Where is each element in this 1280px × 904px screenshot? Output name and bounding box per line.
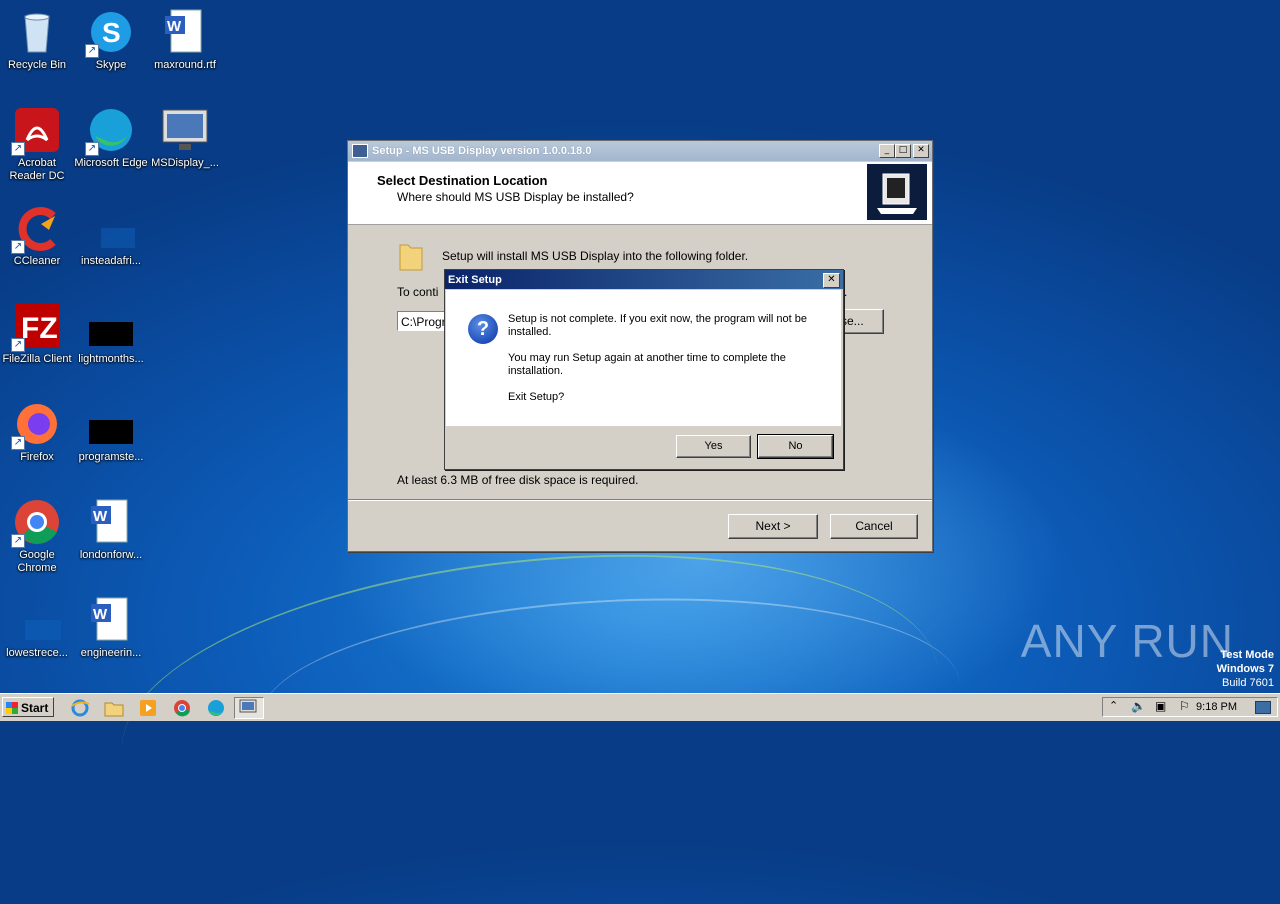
shortcut-arrow-icon: ↗ [11, 534, 25, 548]
desktop-icon-filezilla[interactable]: FZ ↗ FileZilla Client [0, 302, 74, 366]
desktop-icon-firefox[interactable]: ↗ Firefox [0, 400, 74, 464]
desktop-icon-acrobat[interactable]: ↗ Acrobat Reader DC [0, 106, 74, 183]
browse-button[interactable]: se... [838, 309, 884, 334]
svg-text:W: W [167, 18, 182, 35]
windows-version-line: Windows 7 [1216, 663, 1274, 675]
header-subtitle: Where should MS USB Display be installed… [397, 190, 634, 204]
chrome-icon[interactable] [170, 697, 196, 719]
close-button[interactable]: ✕ [913, 144, 929, 158]
action-center-flag-icon[interactable]: ⚐ [1179, 699, 1190, 713]
svg-text:W: W [93, 606, 108, 623]
wizard-header: Select Destination Location Where should… [348, 162, 932, 225]
clock[interactable]: 9:18 PM [1196, 700, 1237, 714]
exit-dialog-message-2: You may run Setup again at another time … [508, 352, 786, 377]
desktop-icon-londonforw[interactable]: W londonforw... [74, 498, 148, 562]
edge-icon[interactable] [204, 697, 230, 719]
exit-dialog-question: Exit Setup? [508, 391, 565, 403]
start-label: Start [21, 701, 49, 715]
filezilla-icon: FZ ↗ [11, 302, 61, 352]
maximize-button[interactable]: □ [895, 144, 911, 158]
system-tray: ⌃ 🔈 ▣ ⚐ 9:18 PM [1102, 697, 1278, 717]
setup-logo-icon [867, 164, 927, 220]
word-document-icon: W [161, 8, 209, 56]
no-button[interactable]: No [757, 434, 834, 459]
question-icon: ? [468, 314, 498, 344]
build-line: Build 7601 [1222, 677, 1274, 689]
show-hidden-icons-icon[interactable]: ⌃ [1109, 699, 1118, 712]
desktop-icon-maxround[interactable]: W maxround.rtf [148, 8, 222, 72]
folder-icon [398, 239, 424, 271]
firefox-icon: ↗ [11, 400, 61, 450]
windows-logo-icon [6, 702, 18, 714]
internet-explorer-icon[interactable] [68, 697, 94, 719]
setup-title: Setup - MS USB Display version 1.0.0.18.… [372, 145, 592, 157]
shortcut-arrow-icon: ↗ [85, 44, 99, 58]
taskbar: Start ⌃ 🔈 ▣ ⚐ 9:18 PM [0, 693, 1280, 721]
blank-file-icon [87, 204, 147, 252]
desktop-icon-insteadafri[interactable]: insteadafri... [74, 204, 148, 268]
desktop-icon-skype[interactable]: S ↗ Skype [74, 8, 148, 72]
monitor-icon [161, 106, 209, 154]
media-player-icon[interactable] [136, 697, 162, 719]
shortcut-arrow-icon: ↗ [11, 436, 25, 450]
word-document-icon: W [87, 596, 135, 644]
svg-text:W: W [93, 508, 108, 525]
desktop-icon-recycle-bin[interactable]: Recycle Bin [0, 8, 74, 72]
exit-dialog-message-1: Setup is not complete. If you exit now, … [508, 313, 807, 338]
blank-file-icon [13, 596, 71, 644]
test-mode-line: Test Mode [1220, 649, 1274, 661]
header-title: Select Destination Location [377, 173, 548, 188]
minimize-button[interactable]: _ [879, 144, 895, 158]
start-button[interactable]: Start [2, 697, 54, 717]
desktop-icon-lightmonths[interactable]: lightmonths... [74, 302, 148, 366]
exit-dialog-title: Exit Setup [448, 273, 502, 286]
exit-dialog-body: ? Setup is not complete. If you exit now… [446, 290, 841, 426]
desktop-icon-chrome[interactable]: ↗ Google Chrome [0, 498, 74, 575]
volume-icon[interactable]: 🔈 [1131, 699, 1146, 713]
exit-dialog-titlebar[interactable]: Exit Setup [445, 270, 843, 289]
shortcut-arrow-icon: ↗ [11, 338, 25, 352]
chrome-icon: ↗ [11, 498, 61, 548]
explorer-folder-icon[interactable] [102, 697, 128, 719]
svg-text:S: S [102, 17, 121, 48]
desktop-icon-lowestrece[interactable]: lowestrece... [0, 596, 74, 660]
setup-app-icon [352, 144, 368, 158]
svg-text:FZ: FZ [21, 312, 58, 345]
black-file-icon [87, 400, 135, 448]
desktop-icon-msdisplay[interactable]: MSDisplay_... [148, 106, 222, 170]
yes-button[interactable]: Yes [676, 435, 751, 458]
install-text: Setup will install MS USB Display into t… [442, 249, 749, 263]
ccleaner-icon: ↗ [11, 204, 61, 254]
desktop-icon-engineerin[interactable]: W engineerin... [74, 596, 148, 660]
edge-icon: ↗ [85, 106, 135, 156]
network-icon[interactable]: ▣ [1155, 699, 1166, 713]
setup-titlebar[interactable]: Setup - MS USB Display version 1.0.0.18.… [348, 141, 932, 161]
show-desktop-icon[interactable] [1255, 701, 1271, 714]
continue-text-tail: . [844, 285, 848, 299]
setup-window-icon[interactable] [234, 697, 264, 719]
recycle-bin-icon [13, 8, 61, 56]
exit-dialog[interactable]: Exit Setup ✕ ? Setup is not complete. If… [444, 269, 844, 470]
anyrun-watermark: ANY RUN [1020, 615, 1234, 667]
acrobat-icon: ↗ [11, 106, 61, 156]
disk-space-text: At least 6.3 MB of free disk space is re… [397, 473, 639, 487]
desktop-icon-programste[interactable]: programste... [74, 400, 148, 464]
desktop-icon-edge[interactable]: ↗ Microsoft Edge [74, 106, 148, 170]
continue-text: To conti [397, 285, 439, 299]
next-button[interactable]: Next > [728, 514, 818, 539]
black-file-icon [87, 302, 135, 350]
skype-icon: S ↗ [85, 8, 135, 58]
test-mode-text: Test Mode Windows 7 Build 7601 [1217, 648, 1274, 690]
exit-dialog-close-button[interactable]: ✕ [823, 273, 840, 288]
desktop-icon-ccleaner[interactable]: ↗ CCleaner [0, 204, 74, 268]
shortcut-arrow-icon: ↗ [11, 142, 25, 156]
separator [348, 499, 932, 501]
cancel-button[interactable]: Cancel [830, 514, 918, 539]
word-document-icon: W [87, 498, 135, 546]
shortcut-arrow-icon: ↗ [85, 142, 99, 156]
shortcut-arrow-icon: ↗ [11, 240, 25, 254]
